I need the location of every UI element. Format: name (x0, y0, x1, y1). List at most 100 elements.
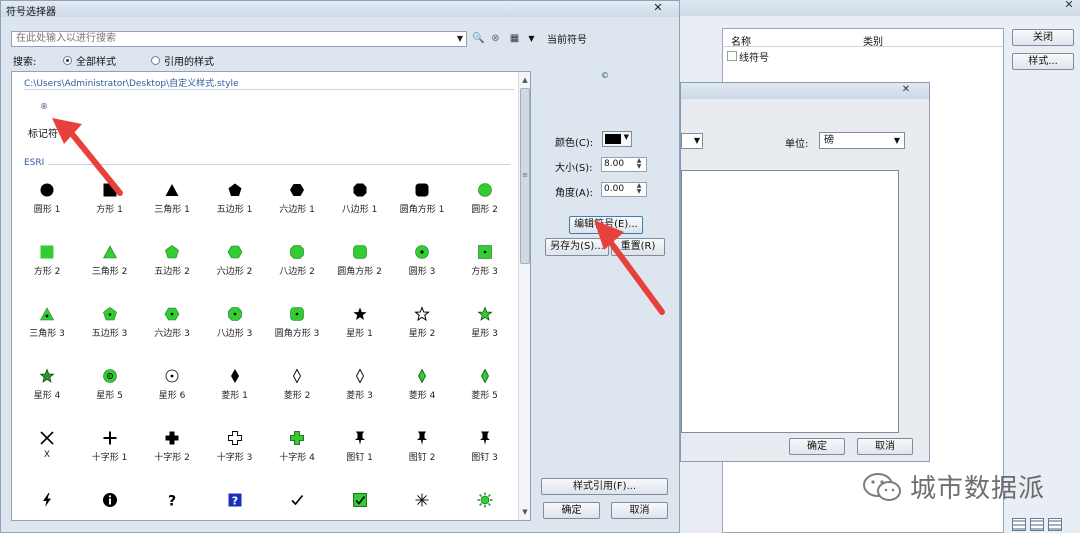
scroll-up-icon[interactable]: ▲ (519, 74, 530, 86)
unit-select[interactable]: 磅 ▼ (819, 132, 905, 149)
list-item[interactable]: 线符号 (727, 49, 769, 64)
symbol-cell[interactable]: 圆形 3 (390, 238, 454, 290)
symbol-cell[interactable]: 五边形 3 (78, 300, 142, 352)
symbol-cell[interactable]: 星形 2 (390, 300, 454, 352)
search-options-icon[interactable]: ⊗ (489, 32, 502, 45)
symbol-cell[interactable] (78, 486, 142, 520)
symbol-cell[interactable]: 八边形 2 (265, 238, 329, 290)
symbol-cell[interactable]: ? (203, 486, 267, 520)
background-close-icon[interactable]: ✕ (1058, 0, 1080, 12)
type-dropdown[interactable]: ▼ (681, 133, 703, 149)
pin-1-icon (354, 431, 365, 445)
unit-label: 单位: (785, 139, 809, 150)
dialog-close-icon[interactable]: ✕ (893, 84, 919, 97)
symbol-cell[interactable]: 方形 3 (453, 238, 517, 290)
symbol-cell[interactable]: 星形 3 (453, 300, 517, 352)
svg-text:?: ? (231, 495, 237, 508)
symbol-cell[interactable]: 菱形 2 (265, 362, 329, 414)
diamond-outline-2-icon (355, 368, 364, 384)
symbol-cell[interactable] (15, 486, 79, 520)
symbol-label: 菱形 5 (471, 391, 498, 401)
symbol-cell[interactable]: X (15, 424, 79, 476)
symbol-cell[interactable]: 六边形 1 (265, 176, 329, 228)
symbol-cell[interactable]: 菱形 4 (390, 362, 454, 414)
svg-text:?: ? (168, 494, 176, 509)
gallery-scrollbar[interactable]: ▲ ≡ ▼ (518, 72, 530, 520)
symbol-cell[interactable] (328, 486, 392, 520)
symbol-cell[interactable]: 方形 1 (78, 176, 142, 228)
circle-black-icon (40, 183, 54, 197)
symbol-cell[interactable]: 八边形 3 (203, 300, 267, 352)
reset-button[interactable]: 重置(R) (611, 238, 665, 256)
symbol-cell[interactable]: 十字形 1 (78, 424, 142, 476)
symbol-cell[interactable]: 圆形 1 (15, 176, 79, 228)
symbol-cell[interactable]: 五边形 1 (203, 176, 267, 228)
symbol-cell[interactable]: 五边形 2 (140, 238, 204, 290)
symbol-cell[interactable]: 三角形 1 (140, 176, 204, 228)
close-icon[interactable]: ✕ (641, 2, 675, 15)
symbol-cell[interactable]: 圆角方形 1 (390, 176, 454, 228)
symbol-cell[interactable]: 方形 2 (15, 238, 79, 290)
list-view-icon[interactable] (1012, 518, 1026, 531)
view-mode-icon[interactable]: ▦ (508, 32, 521, 45)
symbol-cell[interactable]: 星形 5 (78, 362, 142, 414)
symbol-cell[interactable]: 八边形 1 (328, 176, 392, 228)
column-header-name[interactable]: 名称 (731, 33, 751, 48)
angle-stepper-icon[interactable]: ▲ ▼ (633, 183, 645, 196)
close-button[interactable]: 关闭 (1012, 29, 1074, 46)
search-input[interactable]: 在此处输入以进行搜索 ▼ (11, 31, 467, 47)
scroll-down-icon[interactable]: ▼ (519, 506, 530, 518)
symbol-cell[interactable] (390, 486, 454, 520)
symbol-cell[interactable]: 星形 4 (15, 362, 79, 414)
style-references-button[interactable]: 样式引用(F)... (541, 478, 668, 495)
x-mark-icon (40, 431, 54, 445)
symbol-gallery[interactable]: C:\Users\Administrator\Desktop\自定义样式.sty… (11, 71, 531, 521)
radio-referenced-label: 引用的样式 (164, 57, 214, 68)
square-green-dot-icon (477, 245, 492, 259)
table-view-icon[interactable] (1048, 518, 1062, 531)
symbol-cell[interactable]: 图钉 3 (453, 424, 517, 476)
custom-marker-icon[interactable]: ® (40, 102, 48, 111)
radio-referenced-styles[interactable]: 引用的样式 (151, 53, 214, 68)
size-stepper-icon[interactable]: ▲ ▼ (633, 158, 645, 171)
symbol-cell[interactable]: 星形 1 (328, 300, 392, 352)
symbol-cell[interactable]: 十字形 2 (140, 424, 204, 476)
question-box-icon: ? (228, 493, 241, 508)
scroll-thumb[interactable]: ≡ (520, 88, 530, 264)
symbol-cell[interactable]: 圆角方形 3 (265, 300, 329, 352)
chevron-down-icon[interactable]: ▼ (525, 32, 538, 45)
list-item-label: 线符号 (739, 52, 769, 64)
ok-button[interactable]: 确定 (543, 502, 600, 519)
chevron-down-icon[interactable]: ▼ (457, 32, 463, 46)
symbol-cell[interactable]: 三角形 2 (78, 238, 142, 290)
symbol-cell[interactable]: 星形 6 (140, 362, 204, 414)
symbol-cell[interactable]: 菱形 5 (453, 362, 517, 414)
symbol-cell[interactable] (453, 486, 517, 520)
symbol-cell[interactable]: 三角形 3 (15, 300, 79, 352)
symbol-cell[interactable]: 六边形 2 (203, 238, 267, 290)
column-header-category[interactable]: 类别 (863, 33, 883, 48)
symbol-cell[interactable]: 圆形 2 (453, 176, 517, 228)
edit-symbol-button[interactable]: 编辑符号(E)... (569, 216, 643, 234)
symbol-cell[interactable]: 图钉 1 (328, 424, 392, 476)
symbol-cell[interactable] (265, 486, 329, 520)
symbol-cell[interactable]: ? (140, 486, 204, 520)
symbol-cell[interactable]: 图钉 2 (390, 424, 454, 476)
cancel-button[interactable]: 取消 (611, 502, 668, 519)
detail-view-icon[interactable] (1030, 518, 1044, 531)
symbol-cell[interactable]: 菱形 1 (203, 362, 267, 414)
dialog-ok-button[interactable]: 确定 (789, 438, 845, 455)
search-icon[interactable]: 🔍 (472, 32, 485, 45)
custom-marker-label[interactable]: 标记符 (28, 125, 58, 140)
symbol-cell[interactable]: 十字形 4 (265, 424, 329, 476)
symbol-cell[interactable]: 菱形 3 (328, 362, 392, 414)
color-picker[interactable]: ▼ (602, 131, 632, 147)
dialog-cancel-button[interactable]: 取消 (857, 438, 913, 455)
save-as-button[interactable]: 另存为(S)... (545, 238, 609, 256)
symbol-cell[interactable]: 圆角方形 2 (328, 238, 392, 290)
symbol-cell[interactable]: 十字形 3 (203, 424, 267, 476)
symbol-cell[interactable]: 六边形 3 (140, 300, 204, 352)
styles-button[interactable]: 样式... (1012, 53, 1074, 70)
chevron-down-icon: ▼ (623, 133, 629, 141)
radio-all-styles[interactable]: 全部样式 (63, 53, 116, 68)
